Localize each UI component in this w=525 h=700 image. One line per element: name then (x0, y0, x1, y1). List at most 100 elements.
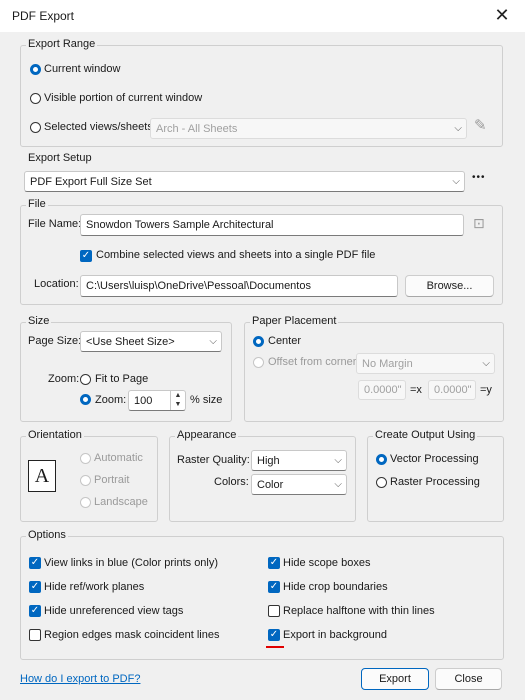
export-range-label: Export Range (26, 38, 98, 50)
chevron-down-icon: ⌵ (454, 123, 462, 134)
option-label: Hide ref/work planes (44, 581, 145, 593)
fit-to-page-radio[interactable] (80, 374, 91, 385)
hide-scope-boxes-checkbox[interactable]: ✓ (268, 557, 280, 569)
visible-portion-label: Visible portion of current window (44, 92, 203, 104)
combine-label: Combine selected views and sheets into a… (96, 249, 376, 261)
offset-x-value: 0.0000" (364, 384, 402, 396)
fit-to-page-label: Fit to Page (95, 373, 149, 385)
selected-views-radio[interactable] (30, 122, 41, 133)
browse-button[interactable]: Browse... (405, 275, 494, 297)
more-options-button[interactable]: ••• (472, 172, 486, 183)
export-in-background-checkbox[interactable]: ✓ (268, 629, 280, 641)
colors-dropdown[interactable]: Color ⌵ (251, 474, 347, 495)
hide-crop-boundaries-checkbox[interactable]: ✓ (268, 581, 280, 593)
chevron-down-icon: ⌵ (334, 455, 342, 466)
raster-quality-dropdown[interactable]: High ⌵ (251, 450, 347, 471)
option-label: Export in background (283, 629, 387, 641)
offset-radio[interactable] (253, 357, 264, 368)
automatic-radio[interactable] (80, 453, 91, 464)
chevron-down-icon: ⌵ (334, 479, 342, 490)
offset-y-unit: =y (480, 384, 492, 396)
vector-processing-label: Vector Processing (390, 453, 479, 465)
close-icon[interactable]: ✕ (492, 5, 512, 25)
offset-y-input[interactable]: 0.0000" (428, 380, 476, 400)
visible-portion-radio[interactable] (30, 93, 41, 104)
edit-pencil-icon[interactable]: ✎ (474, 116, 487, 134)
zoom-option-label: Zoom: (95, 394, 127, 406)
option-label: Hide unreferenced view tags (44, 605, 184, 617)
file-name-input[interactable]: Snowdon Towers Sample Architectural (80, 214, 464, 236)
file-label: File (26, 198, 48, 210)
annotation-underline (266, 646, 284, 648)
combine-checkbox[interactable]: ✓ (80, 250, 92, 262)
options-group (20, 536, 504, 660)
portrait-radio[interactable] (80, 475, 91, 486)
views-set-value: Arch - All Sheets (156, 123, 238, 135)
create-output-label: Create Output Using (373, 429, 478, 441)
chevron-down-icon: ⌵ (482, 358, 490, 369)
options-label: Options (26, 529, 68, 541)
zoom-spinner[interactable]: ▲ ▼ (170, 391, 185, 410)
portrait-label: Portrait (94, 474, 130, 486)
hide-unreferenced-tags-checkbox[interactable]: ✓ (29, 605, 41, 617)
option-label: View links in blue (Color prints only) (44, 557, 219, 569)
file-name-label: File Name: (28, 218, 82, 230)
location-label: Location: (34, 278, 79, 290)
automatic-label: Automatic (94, 452, 143, 464)
offset-label: Offset from corner: (268, 356, 360, 368)
zoom-unit-label: % size (190, 394, 223, 406)
offset-value: No Margin (362, 358, 413, 370)
option-label: Hide crop boundaries (283, 581, 388, 593)
page-size-dropdown[interactable]: <Use Sheet Size> ⌵ (80, 331, 222, 352)
center-radio[interactable] (253, 336, 264, 347)
offset-y-value: 0.0000" (434, 384, 472, 396)
chevron-down-icon: ⌵ (452, 176, 460, 187)
option-label: Region edges mask coincident lines (44, 629, 220, 641)
hide-ref-planes-checkbox[interactable]: ✓ (29, 581, 41, 593)
page-size-value: <Use Sheet Size> (86, 336, 175, 348)
export-setup-dropdown[interactable]: PDF Export Full Size Set ⌵ (24, 171, 465, 192)
size-label: Size (26, 315, 52, 327)
landscape-label: Landscape (94, 496, 148, 508)
selected-views-label: Selected views/sheets (44, 121, 153, 133)
option-label: Hide scope boxes (283, 557, 371, 569)
replace-halftone-checkbox[interactable] (268, 605, 280, 617)
zoom-label: Zoom: (48, 373, 80, 385)
window-title: PDF Export (12, 9, 75, 23)
option-label: Replace halftone with thin lines (283, 605, 435, 617)
chevron-down-icon: ⌵ (209, 336, 217, 347)
region-edges-checkbox[interactable] (29, 629, 41, 641)
location-value: C:\Users\luisp\OneDrive\Pessoal\Document… (86, 280, 311, 292)
offset-x-unit: =x (410, 384, 422, 396)
offset-dropdown[interactable]: No Margin ⌵ (356, 353, 495, 374)
location-input[interactable]: C:\Users\luisp\OneDrive\Pessoal\Document… (80, 275, 398, 297)
views-set-dropdown[interactable]: Arch - All Sheets ⌵ (150, 118, 467, 139)
landscape-radio[interactable] (80, 497, 91, 508)
raster-quality-label: Raster Quality: (177, 454, 250, 466)
vector-processing-radio[interactable] (376, 454, 387, 465)
title-bar: PDF Export ✕ (0, 0, 525, 32)
orientation-label: Orientation (26, 429, 84, 441)
colors-value: Color (257, 479, 284, 491)
raster-processing-label: Raster Processing (390, 476, 480, 488)
page-size-label: Page Size: (28, 335, 82, 347)
close-button[interactable]: Close (435, 668, 502, 690)
help-link[interactable]: How do I export to PDF? (20, 673, 140, 685)
current-window-label: Current window (44, 63, 121, 75)
page-orientation-icon: A (28, 460, 56, 492)
colors-label: Colors: (214, 476, 249, 488)
file-name-value: Snowdon Towers Sample Architectural (86, 219, 274, 231)
export-setup-label: Export Setup (26, 152, 94, 164)
offset-x-input[interactable]: 0.0000" (358, 380, 406, 400)
raster-quality-value: High (257, 455, 280, 467)
zoom-value: 100 (134, 395, 153, 407)
file-name-rules-icon[interactable]: ⊡ (473, 215, 485, 232)
appearance-label: Appearance (175, 429, 239, 441)
export-button[interactable]: Export (361, 668, 429, 690)
view-links-blue-checkbox[interactable]: ✓ (29, 557, 41, 569)
current-window-radio[interactable] (30, 64, 41, 75)
paper-placement-label: Paper Placement (250, 315, 339, 327)
center-label: Center (268, 335, 302, 347)
raster-processing-radio[interactable] (376, 477, 387, 488)
zoom-radio[interactable] (80, 394, 91, 405)
